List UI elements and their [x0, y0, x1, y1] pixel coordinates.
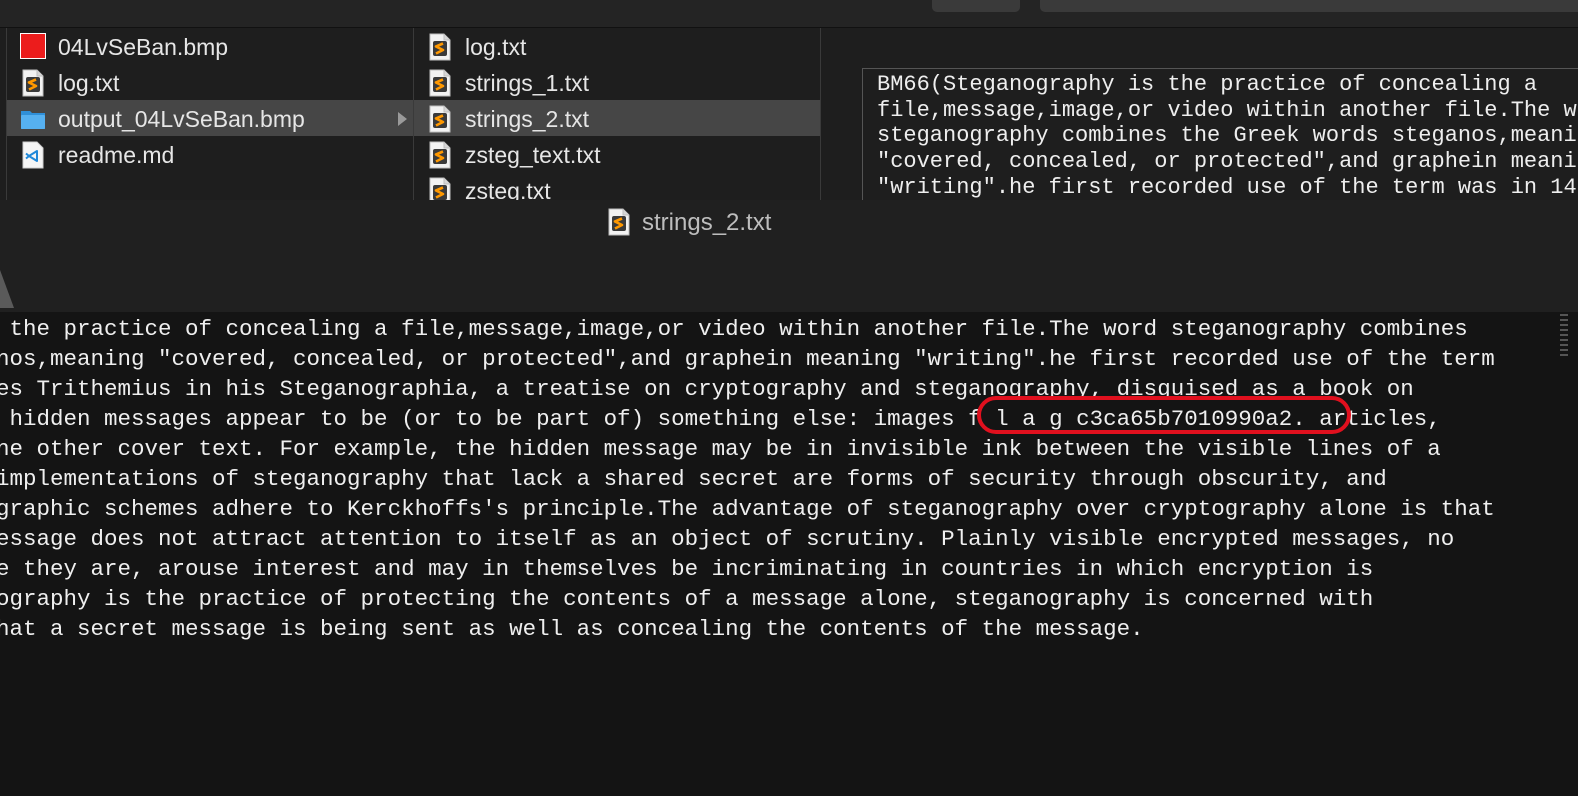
file-item[interactable]: output_04LvSeBan.bmp [7, 100, 413, 136]
file-name: log.txt [465, 34, 527, 60]
file-preview: BM66(Steganography is the practice of co… [862, 68, 1578, 200]
browser-column-current[interactable]: log.txt strings_1.txt strings_2.txt zsteg_t… [414, 28, 821, 200]
disclosure-arrow-icon [398, 112, 407, 126]
file-item[interactable]: log.txt [7, 64, 413, 100]
file-item[interactable]: log.txt [414, 28, 820, 64]
file-name: zsteg.txt [465, 178, 551, 200]
preview-pane: BM66(Steganography is the practice of co… [821, 28, 1578, 200]
preview-text: BM66(Steganography is the practice of co… [877, 72, 1577, 200]
view-options-button[interactable] [932, 0, 1020, 12]
editor-title-bar [0, 200, 1578, 312]
file-name: strings_2.txt [465, 106, 589, 132]
sublime-file-icon [427, 141, 453, 169]
column-browser: 04LvSeBan.bmp log.txt output_04LvSeBan.bmp… [0, 28, 1578, 200]
search-field[interactable] [1040, 0, 1578, 12]
sublime-file-icon [427, 105, 453, 133]
file-item[interactable]: zsteg_text.txt [414, 136, 820, 172]
sublime-file-icon [427, 33, 453, 61]
scrollbar[interactable] [1560, 314, 1568, 356]
folder-icon [20, 105, 46, 131]
file-name: log.txt [58, 70, 120, 96]
flag-highlight-circle [977, 396, 1351, 434]
file-name: output_04LvSeBan.bmp [58, 106, 305, 132]
browser-column-parent[interactable]: 04LvSeBan.bmp log.txt output_04LvSeBan.bmp… [7, 28, 414, 200]
sublime-file-icon [427, 69, 453, 97]
editor-title: strings_2.txt [642, 209, 772, 236]
file-item[interactable]: strings_2.txt [414, 100, 820, 136]
editor-text[interactable]: the practice of concealing a file,messag… [0, 314, 1495, 644]
file-item[interactable]: zsteg.txt [414, 172, 820, 200]
toolbar [0, 0, 1578, 28]
file-item[interactable]: readme.md [7, 136, 413, 172]
sublime-file-icon [20, 69, 46, 97]
file-item[interactable]: 04LvSeBan.bmp [7, 28, 413, 64]
sublime-file-icon [608, 208, 630, 236]
file-name: 04LvSeBan.bmp [58, 34, 229, 60]
text-editor[interactable]: the practice of concealing a file,messag… [0, 312, 1578, 796]
file-item[interactable]: strings_1.txt [414, 64, 820, 100]
file-name: strings_1.txt [465, 70, 589, 96]
file-name: zsteg_text.txt [465, 142, 601, 168]
sublime-file-icon [427, 177, 453, 200]
window-resize-corner[interactable] [0, 270, 14, 308]
file-name: readme.md [58, 142, 175, 168]
red-bmp-icon [20, 33, 46, 59]
vscode-file-icon [20, 141, 46, 169]
browser-column-previous[interactable] [0, 28, 7, 200]
